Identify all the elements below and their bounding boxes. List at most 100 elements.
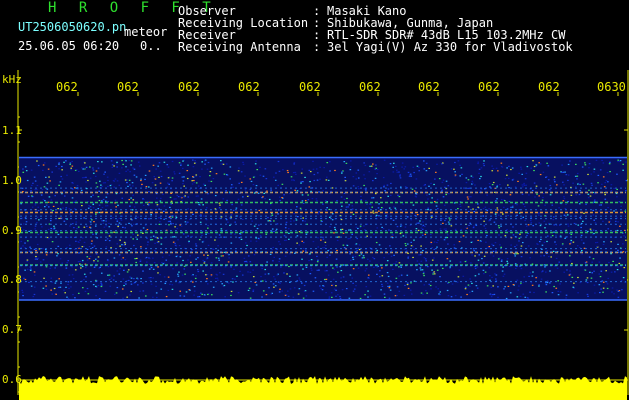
noise-speck <box>422 249 424 252</box>
noise-speck <box>71 197 74 199</box>
noise-speck <box>447 185 450 187</box>
noise-speck <box>316 255 318 258</box>
noise-speck <box>104 182 107 184</box>
noise-speck <box>402 235 405 237</box>
noise-speck <box>422 273 425 275</box>
noise-speck <box>60 282 62 284</box>
noise-speck <box>160 243 163 245</box>
noise-speck <box>83 273 86 275</box>
noise-speck <box>504 235 507 237</box>
noise-speck <box>376 227 379 229</box>
noise-speck <box>26 179 29 182</box>
noise-speck <box>260 275 262 278</box>
noise-speck <box>58 168 60 170</box>
noise-speck <box>197 195 199 197</box>
noise-speck <box>545 291 547 293</box>
noise-speck <box>119 239 121 241</box>
noise-speck <box>372 163 374 165</box>
noise-speck <box>418 166 420 169</box>
noise-speck <box>512 234 515 236</box>
noise-speck <box>65 267 68 269</box>
noise-speck <box>175 279 177 281</box>
noise-speck <box>542 171 545 173</box>
noise-speck <box>570 239 573 242</box>
noise-speck <box>23 223 25 225</box>
noise-speck <box>598 284 601 286</box>
noise-speck <box>277 184 280 186</box>
noise-speck <box>383 293 386 295</box>
noise-speck <box>309 170 312 173</box>
noise-speck <box>315 198 318 200</box>
noise-speck <box>91 240 93 242</box>
noise-speck <box>497 214 500 216</box>
noise-speck <box>416 222 419 224</box>
noise-speck <box>320 239 322 241</box>
noise-speck <box>421 234 424 236</box>
noise-speck <box>584 162 586 164</box>
noise-speck <box>527 297 530 299</box>
noise-speck <box>488 267 491 269</box>
noise-speck <box>581 250 583 252</box>
noise-speck <box>142 227 145 229</box>
noise-speck <box>489 253 492 255</box>
noise-speck <box>374 177 377 179</box>
noise-speck <box>109 184 112 187</box>
noise-speck <box>394 263 397 265</box>
noise-speck <box>289 288 292 290</box>
noise-speck <box>85 276 87 278</box>
noise-speck <box>349 169 352 171</box>
noise-speck <box>378 210 380 212</box>
noise-speck <box>364 294 366 296</box>
noise-speck <box>114 199 117 201</box>
noise-speck <box>234 221 236 223</box>
noise-speck <box>34 180 37 182</box>
noise-speck <box>614 271 616 273</box>
noise-speck <box>326 256 328 258</box>
noise-speck <box>618 201 621 203</box>
noise-speck <box>237 170 240 172</box>
noise-speck <box>131 209 134 211</box>
noise-speck <box>349 160 352 162</box>
noise-speck <box>500 162 503 164</box>
noise-speck <box>373 258 376 260</box>
noise-speck <box>563 214 566 216</box>
noise-speck <box>376 249 378 252</box>
noise-speck <box>21 289 24 291</box>
noise-speck <box>175 198 177 200</box>
noise-speck <box>227 261 230 263</box>
noise-speck <box>333 288 336 290</box>
noise-speck <box>58 162 60 164</box>
noise-speck <box>400 274 403 276</box>
noise-speck <box>412 246 414 248</box>
noise-speck <box>159 217 162 219</box>
noise-speck <box>302 220 304 222</box>
noise-speck <box>108 222 110 225</box>
noise-speck <box>433 248 436 250</box>
noise-speck <box>173 171 176 173</box>
noise-speck <box>524 219 526 222</box>
noise-speck <box>175 245 178 247</box>
noise-speck <box>105 225 108 227</box>
noise-speck <box>473 211 476 213</box>
noise-speck <box>155 292 158 294</box>
noise-speck <box>534 196 536 198</box>
noise-speck <box>50 289 52 291</box>
noise-speck <box>293 179 295 182</box>
noise-speck <box>27 212 30 214</box>
noise-speck <box>128 159 131 162</box>
noise-speck <box>459 261 462 263</box>
noise-speck <box>555 243 557 246</box>
noise-speck <box>130 197 132 199</box>
noise-speck <box>30 285 33 287</box>
noise-speck <box>121 288 124 290</box>
noise-speck <box>622 169 624 171</box>
noise-speck <box>376 172 378 175</box>
noise-speck <box>449 266 452 268</box>
noise-speck <box>412 256 414 259</box>
noise-speck <box>319 285 321 287</box>
noise-speck <box>72 182 74 184</box>
noise-speck <box>500 225 502 227</box>
noise-speck <box>342 264 345 266</box>
noise-speck <box>350 259 352 261</box>
x-tick-label: 062 <box>238 80 260 94</box>
